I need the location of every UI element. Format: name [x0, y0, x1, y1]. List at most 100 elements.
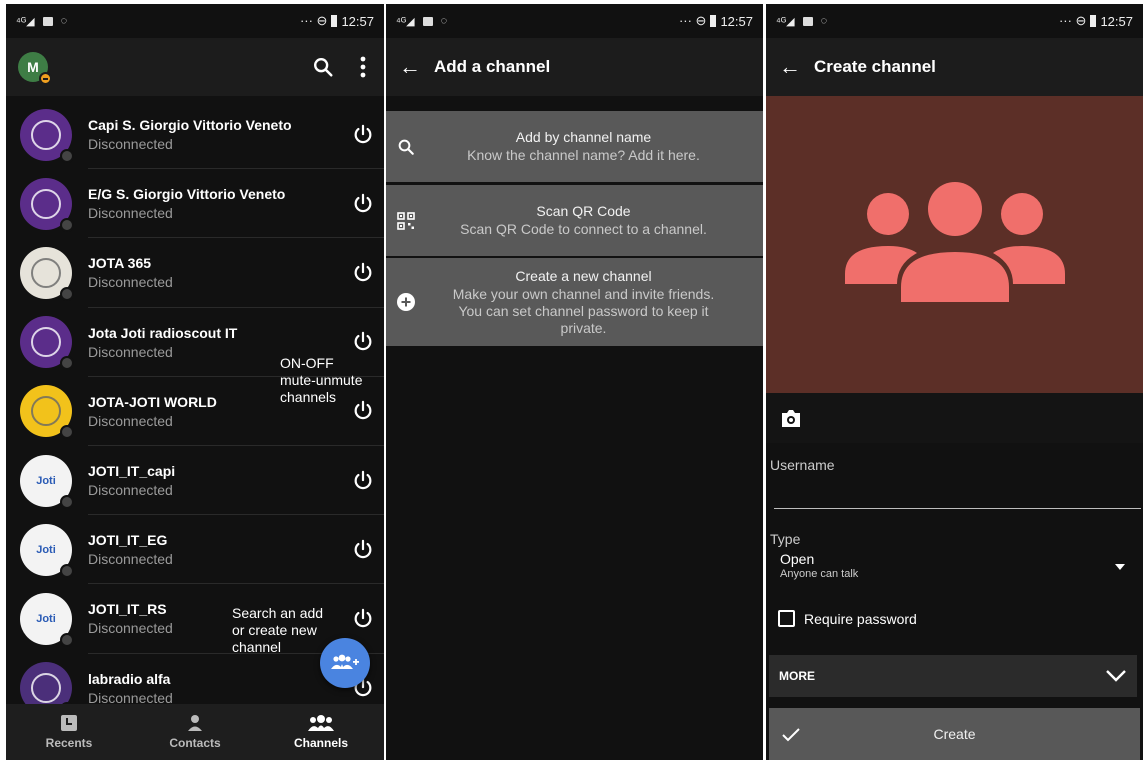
back-arrow-icon[interactable]: ←: [766, 54, 814, 80]
require-password-checkbox[interactable]: [778, 610, 795, 627]
type-select-desc: Anyone can talk: [780, 568, 859, 580]
option-title: Scan QR Code: [536, 203, 631, 219]
option-create-channel[interactable]: Create a new channel Make your own chann…: [386, 258, 763, 346]
channel-row[interactable]: Capi S. Giorgio Vittorio Veneto Disconnec…: [6, 100, 384, 170]
power-icon[interactable]: [352, 124, 374, 146]
channel-name: JOTI_IT_capi: [88, 463, 176, 480]
back-arrow-icon[interactable]: ←: [386, 54, 434, 80]
status-bar: ⁴ᴳ◢ ◌ ··· ⊖ 12:57: [386, 4, 763, 38]
power-icon[interactable]: [352, 331, 374, 353]
check-icon: [782, 727, 800, 741]
nav-channels-label: Channels: [293, 736, 348, 750]
channel-logo-icon: [31, 673, 61, 704]
channel-status: Disconnected: [88, 689, 173, 704]
power-icon[interactable]: [352, 193, 374, 215]
user-avatar[interactable]: M: [18, 52, 52, 85]
channel-status-badge-icon: [60, 148, 74, 163]
channel-avatar: Joti: [20, 454, 74, 509]
channel-row[interactable]: Joti JOTI_IT_RS Disconnected: [6, 584, 384, 654]
power-icon[interactable]: [352, 539, 374, 561]
power-icon[interactable]: [352, 608, 374, 630]
channel-status-badge-icon: [60, 425, 74, 440]
more-vert-icon[interactable]: [360, 56, 366, 78]
power-icon[interactable]: [352, 262, 374, 284]
nav-recents[interactable]: Recents: [6, 704, 132, 760]
more-section[interactable]: MORE: [769, 655, 1137, 697]
battery-icon: [331, 15, 338, 27]
channel-avatar: [20, 385, 74, 440]
type-select-value[interactable]: Open: [780, 551, 814, 567]
option-desc: Know the channel name? Add it here.: [467, 147, 700, 163]
channel-name: JOTI_IT_EG: [88, 532, 168, 549]
channel-row[interactable]: E/G S. Giorgio Vittorio Veneto Disconnect…: [6, 169, 384, 239]
app-bar: ← Add a channel: [386, 38, 763, 96]
channel-status: Disconnected: [88, 412, 173, 429]
chevron-down-icon: [1106, 670, 1126, 682]
channel-name: E/G S. Giorgio Vittorio Veneto: [88, 186, 286, 203]
shield-icon: ◌: [440, 15, 448, 27]
group-add-icon: [331, 654, 359, 669]
camera-bar: [766, 393, 1143, 443]
status-icons-right: ··· ⊖ 12:57: [679, 13, 753, 29]
status-time: 12:57: [1100, 13, 1133, 29]
option-desc: Make your own channel and invite friends…: [452, 285, 715, 336]
qr-code-icon: [397, 211, 415, 230]
channel-avatar-text: Joti: [36, 543, 56, 556]
channel-name: Capi S. Giorgio Vittorio Veneto: [88, 117, 292, 134]
option-title: Add by channel name: [515, 129, 652, 145]
recents-icon: [61, 715, 77, 731]
create-channel-screen: ⁴ᴳ◢ ◌ ··· ⊖ 12:57 ← Create channel Usern…: [766, 4, 1143, 760]
busy-status-icon: [39, 72, 52, 85]
search-icon[interactable]: [312, 56, 334, 78]
image-notification-icon: [802, 16, 813, 26]
channel-row[interactable]: Joti JOTI_IT_EG Disconnected: [6, 515, 384, 585]
channel-name: JOTA 365: [88, 255, 152, 272]
add-circle-icon: [397, 293, 415, 311]
channel-avatar-text: Joti: [36, 474, 56, 487]
option-desc: Scan QR Code to connect to a channel.: [460, 221, 707, 237]
more-label: MORE: [779, 669, 815, 683]
channel-status-badge-icon: [60, 632, 74, 647]
page-title: Add a channel: [434, 57, 551, 76]
channel-name: Jota Joti radioscout IT: [88, 324, 238, 341]
channel-row[interactable]: JOTA 365 Disconnected: [6, 238, 384, 308]
status-bar: ⁴ᴳ◢ ◌ ··· ⊖ 12:57: [6, 4, 384, 38]
shield-icon: ◌: [820, 15, 828, 27]
option-scan-qr[interactable]: Scan QR Code Scan QR Code to connect to …: [386, 185, 763, 256]
channel-logo-icon: [31, 327, 61, 358]
channel-status: Disconnected: [88, 205, 173, 222]
status-time: 12:57: [341, 13, 374, 29]
annotation-fab: Search an add or create new channel: [232, 605, 324, 655]
nav-channels[interactable]: Channels: [258, 704, 384, 760]
camera-icon[interactable]: [780, 409, 802, 428]
option-title: Create a new channel: [515, 267, 652, 284]
user-avatar-initial: M: [27, 59, 39, 75]
status-icons-left: ⁴ᴳ◢ ◌: [396, 15, 447, 28]
group-icon: [308, 715, 334, 731]
channel-cover-image[interactable]: [766, 96, 1143, 393]
signal-icon: ⁴ᴳ◢: [776, 15, 795, 28]
power-icon[interactable]: [352, 470, 374, 492]
channel-status: Disconnected: [88, 343, 173, 360]
page-title: Create channel: [814, 57, 936, 76]
group-icon: [844, 181, 1065, 302]
signal-icon: ⁴ᴳ◢: [16, 15, 35, 28]
nav-contacts[interactable]: Contacts: [132, 704, 258, 760]
nav-recents-label: Recents: [45, 736, 93, 750]
create-button[interactable]: Create: [769, 708, 1140, 760]
username-label: Username: [770, 457, 835, 473]
channel-status-badge-icon: [60, 217, 74, 232]
dropdown-arrow-icon[interactable]: [1115, 564, 1125, 570]
annotation-power: ON-OFF mute-unmute channels: [280, 355, 363, 405]
channel-logo-icon: [31, 119, 61, 150]
channel-row[interactable]: Joti JOTI_IT_capi Disconnected: [6, 446, 384, 516]
add-channel-screen: ⁴ᴳ◢ ◌ ··· ⊖ 12:57 ← Add a channel Add by…: [386, 4, 763, 760]
option-add-by-name[interactable]: Add by channel name Know the channel nam…: [386, 111, 763, 182]
channel-status: Disconnected: [88, 136, 173, 153]
status-icons-left: ⁴ᴳ◢ ◌: [776, 15, 827, 28]
type-label: Type: [770, 531, 801, 547]
add-channel-fab[interactable]: [320, 638, 370, 688]
channel-name: JOTA-JOTI WORLD: [88, 393, 217, 410]
username-input[interactable]: [774, 508, 1141, 509]
channel-avatar: [20, 108, 74, 163]
